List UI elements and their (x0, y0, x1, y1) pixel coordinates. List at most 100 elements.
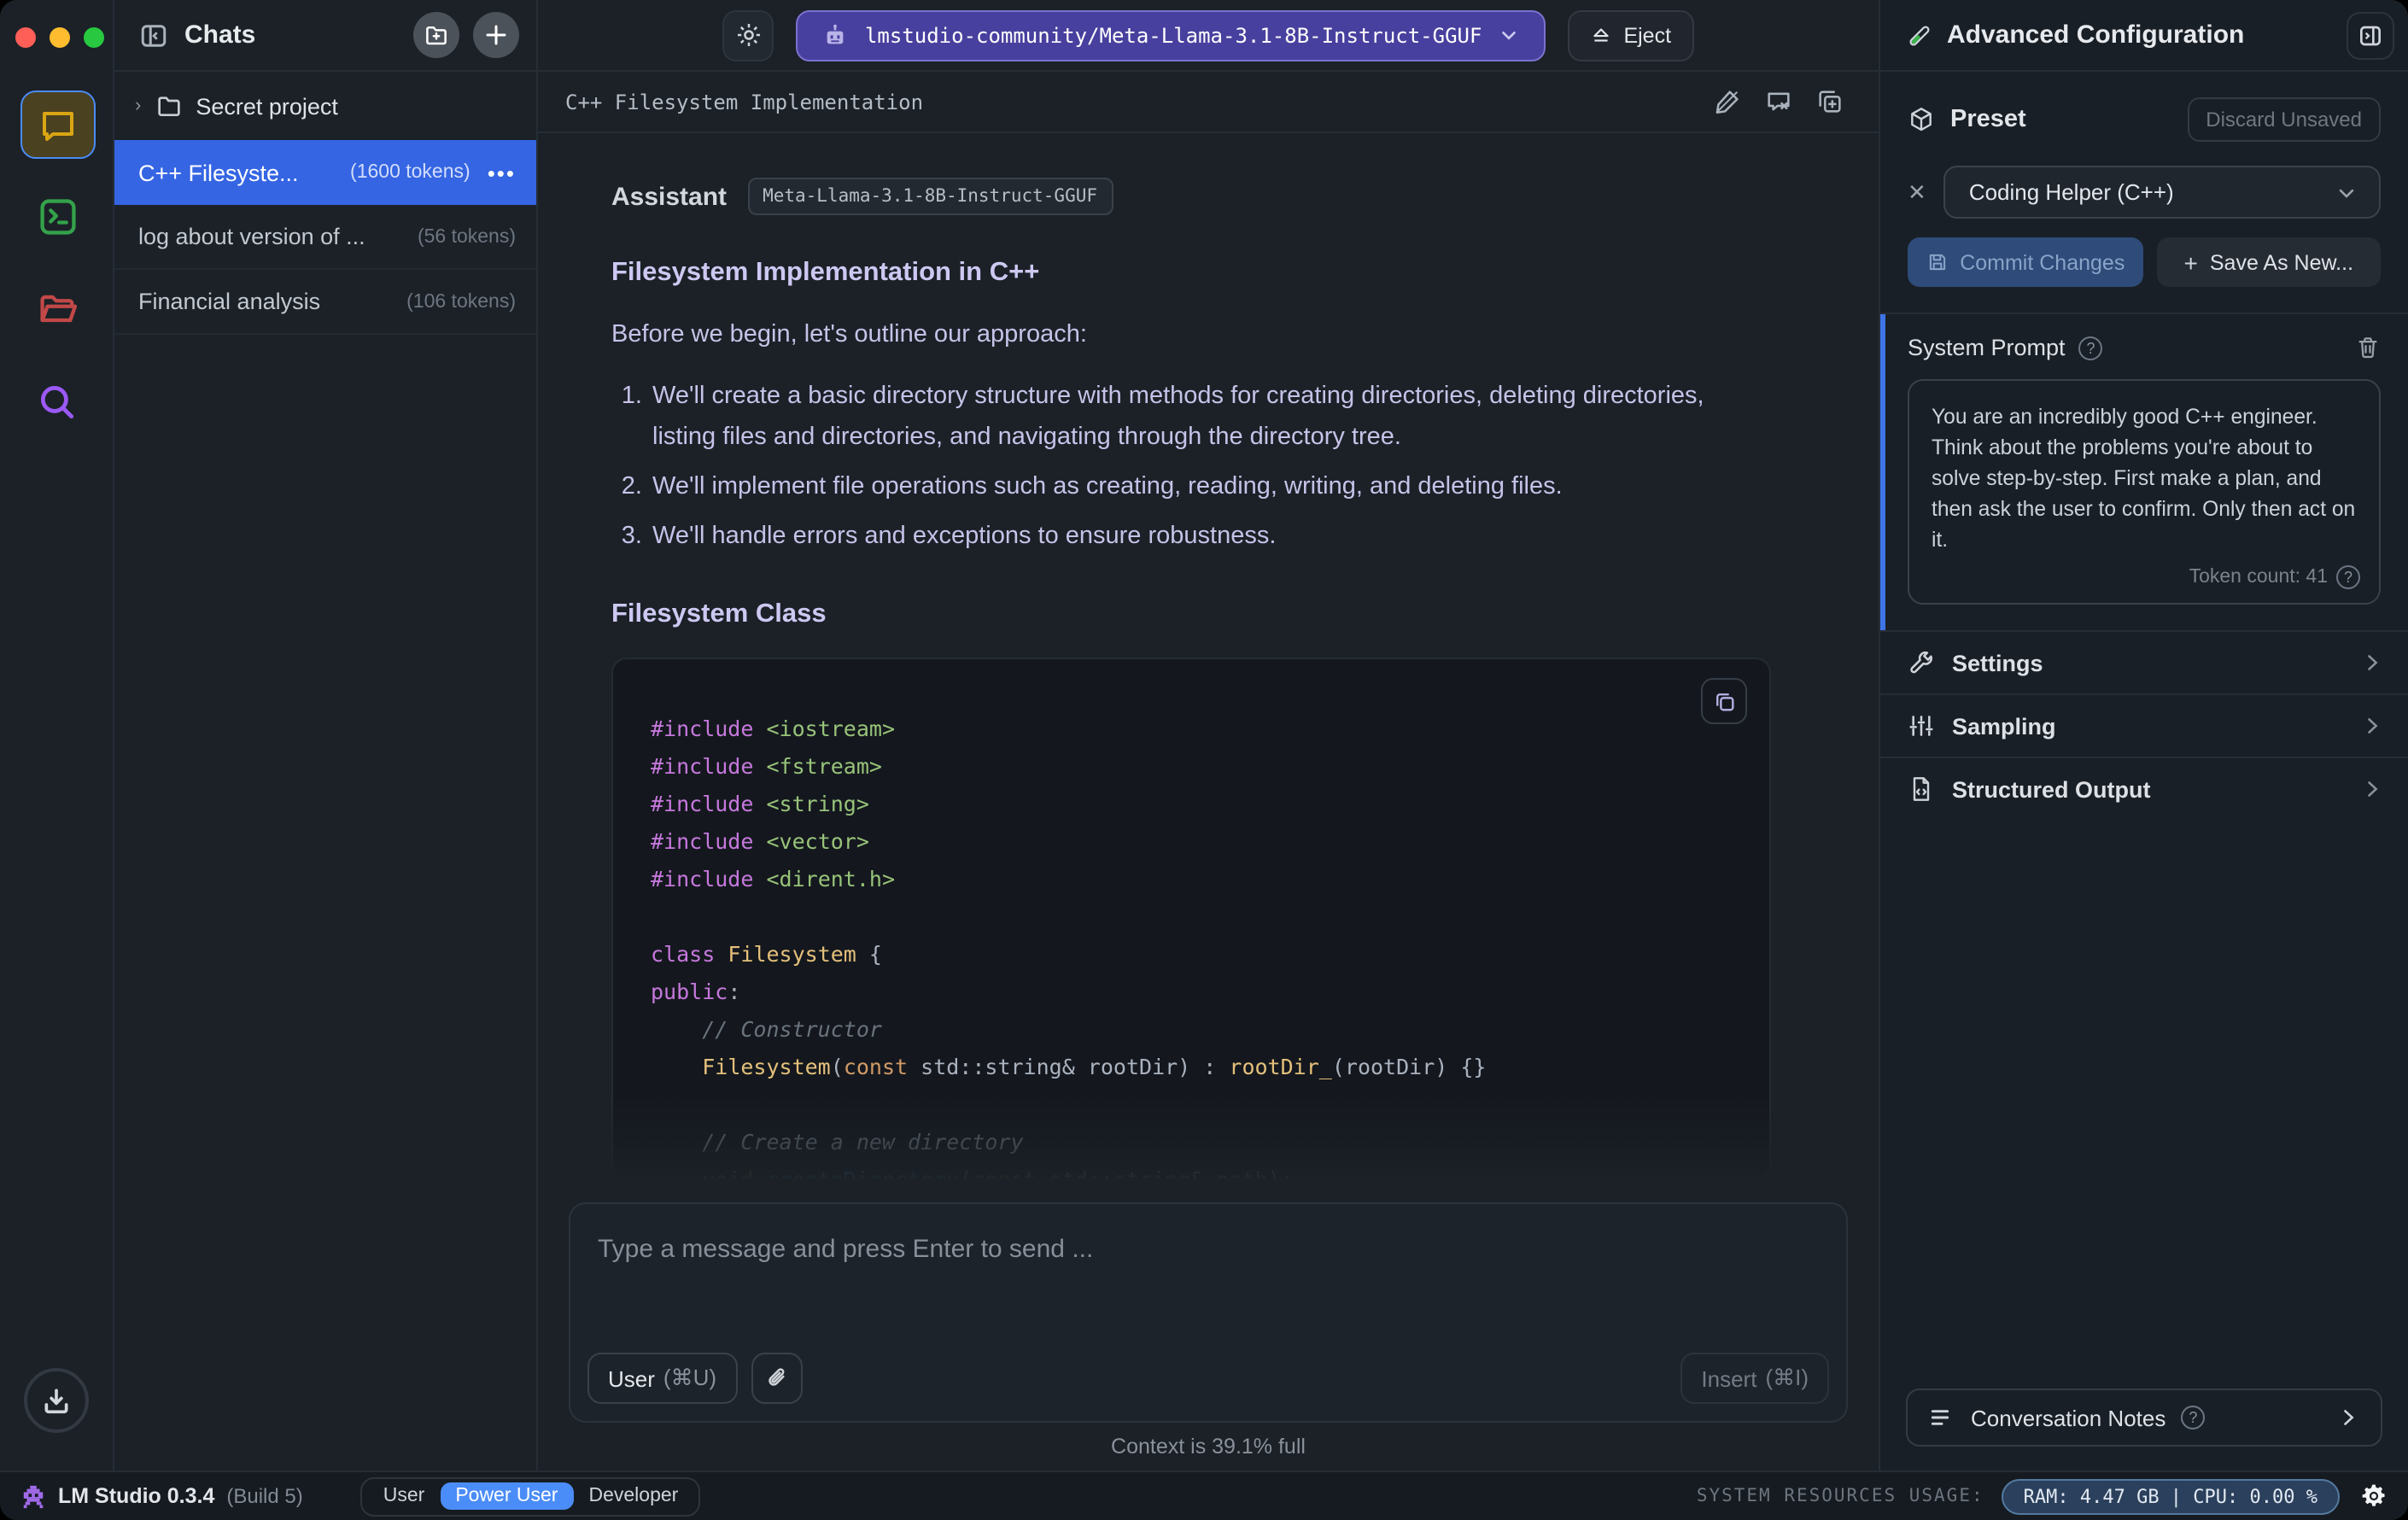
terminal-icon (35, 195, 79, 239)
save-as-new-button[interactable]: + Save As New... (2156, 237, 2381, 287)
help-icon[interactable]: ? (2336, 565, 2360, 589)
lm-studio-logo-icon (20, 1483, 46, 1509)
section-label: Sampling (1952, 713, 2056, 739)
insert-button[interactable]: Insert (⌘I) (1680, 1353, 1829, 1404)
chevron-right-icon: › (135, 96, 142, 116)
section-sampling[interactable]: Sampling (1880, 693, 2408, 757)
chat-item-tokens: (56 tokens) (417, 226, 516, 247)
app-version-label: LM Studio 0.3.4 (58, 1484, 215, 1508)
gear-icon (734, 20, 763, 50)
nav-developer-button[interactable] (20, 183, 95, 251)
settings-gear-icon[interactable] (2360, 1482, 2388, 1510)
nav-discover-button[interactable] (20, 367, 95, 436)
eject-icon (1589, 24, 1611, 46)
chat-list-item[interactable]: Financial analysis (106 tokens) (114, 270, 536, 335)
preset-section-header: Preset Discard Unsaved (1880, 72, 2408, 152)
close-window-button[interactable] (15, 27, 36, 48)
model-toolbar: lmstudio-community/Meta-Llama-3.1-8B-Ins… (538, 0, 1879, 72)
section-label: Settings (1952, 650, 2043, 675)
chat-item-tokens: (106 tokens) (406, 291, 516, 312)
chat-list-item[interactable]: log about version of ... (56 tokens) (114, 205, 536, 270)
conversation-notes-button[interactable]: Conversation Notes ? (1906, 1388, 2382, 1447)
duplicate-chat-icon[interactable] (1815, 87, 1844, 116)
model-settings-button[interactable] (722, 9, 774, 61)
delete-system-prompt-button[interactable] (2355, 335, 2381, 360)
copy-code-button[interactable] (1701, 678, 1747, 724)
commit-changes-button[interactable]: Commit Changes (1908, 237, 2143, 287)
chat-messages: Assistant Meta-Llama-3.1-8B-Instruct-GGU… (538, 133, 1879, 1202)
loaded-model-selector[interactable]: lmstudio-community/Meta-Llama-3.1-8B-Ins… (796, 9, 1546, 61)
test-tube-icon (1906, 21, 1933, 49)
eject-model-button[interactable]: Eject (1567, 9, 1694, 61)
chevron-right-icon (2336, 1406, 2360, 1429)
collapse-config-panel-button[interactable] (2347, 11, 2394, 59)
model-name: lmstudio-community/Meta-Llama-3.1-8B-Ins… (864, 23, 1482, 47)
new-folder-button[interactable] (413, 12, 459, 58)
mode-power-user[interactable]: Power User (440, 1482, 574, 1510)
help-icon[interactable]: ? (2078, 336, 2103, 360)
mode-user[interactable]: User (368, 1482, 441, 1510)
help-icon[interactable]: ? (2181, 1406, 2206, 1429)
paperclip-icon (763, 1365, 790, 1392)
panel-right-icon (2357, 21, 2384, 49)
chat-list-item[interactable]: C++ Filesyste... (1600 tokens) ••• (114, 140, 536, 205)
insert-shortcut: (⌘I) (1765, 1365, 1809, 1390)
file-json-icon (1908, 775, 1935, 803)
main-chat-area: lmstudio-community/Meta-Llama-3.1-8B-Ins… (538, 0, 1879, 1470)
app-build-label: (Build 5) (226, 1484, 303, 1508)
search-icon (36, 380, 79, 423)
eject-label: Eject (1623, 23, 1672, 47)
chat-item-title: log about version of ... (138, 224, 365, 249)
folder-plus-icon (424, 22, 449, 48)
system-prompt-editor[interactable]: You are an incredibly good C++ engineer.… (1908, 379, 2381, 605)
ram-cpu-usage-pill[interactable]: RAM: 4.47 GB | CPU: 0.00 % (2001, 1478, 2340, 1514)
preset-dropdown-value: Coding Helper (C++) (1968, 179, 2174, 205)
zoom-window-button[interactable] (84, 27, 104, 48)
clear-messages-icon[interactable] (1764, 87, 1793, 116)
section-settings[interactable]: Settings (1880, 630, 2408, 693)
status-bar: LM Studio 0.3.4 (Build 5) User Power Use… (0, 1470, 2408, 1520)
insert-label: Insert (1701, 1365, 1757, 1391)
preset-label: Preset (1950, 106, 2026, 133)
robot-icon (822, 21, 850, 49)
downloads-button[interactable] (24, 1368, 89, 1433)
role-toggle-button[interactable]: User (⌘U) (587, 1353, 737, 1404)
new-chat-button[interactable] (473, 12, 519, 58)
message-heading: Filesystem Implementation in C++ (611, 258, 1040, 287)
section-structured-output[interactable]: Structured Output (1880, 757, 2408, 820)
nav-chat-button[interactable] (20, 91, 95, 159)
message-paragraph: Before we begin, let's outline our appro… (611, 321, 1087, 348)
message-input[interactable]: Type a message and press Enter to send .… (598, 1235, 1819, 1264)
role-toggle-shortcut: (⌘U) (663, 1365, 716, 1390)
chat-icon (37, 104, 78, 145)
chat-folder-row[interactable]: › Secret project (114, 72, 536, 140)
edit-title-icon[interactable] (1713, 87, 1742, 116)
chat-item-menu-icon[interactable]: ••• (488, 160, 516, 185)
chevron-right-icon (2360, 714, 2384, 738)
folder-outline-icon (155, 92, 182, 120)
chats-panel-title: Chats (184, 20, 256, 50)
chat-folder-name: Secret project (196, 93, 338, 119)
code-content: #include <iostream> #include <fstream> #in… (651, 710, 1735, 1178)
preset-dropdown[interactable]: Coding Helper (C++) (1943, 166, 2381, 219)
lm-studio-window: Chats › Secret project C++ Filesyste... … (0, 0, 2408, 1520)
close-preset-icon[interactable]: ✕ (1908, 178, 1926, 206)
chat-item-tokens: (1600 tokens) (350, 162, 470, 183)
sliders-icon (1908, 712, 1935, 740)
chevron-down-icon (1497, 24, 1519, 46)
minimize-window-button[interactable] (50, 27, 70, 48)
chat-tab-bar: C++ Filesystem Implementation (538, 72, 1879, 133)
floppy-icon (1926, 251, 1948, 273)
attach-file-button[interactable] (751, 1353, 802, 1404)
code-line: // Create a new directory (702, 1129, 1024, 1155)
left-icon-rail (0, 0, 114, 1470)
code-line: #include <dirent.h> (651, 866, 896, 892)
system-prompt-text: You are an incredibly good C++ engineer.… (1932, 405, 2356, 552)
mode-developer[interactable]: Developer (573, 1482, 693, 1510)
collapse-sidebar-icon[interactable] (138, 20, 169, 50)
list-item: We'll create a basic directory structure… (649, 376, 1756, 458)
nav-my-models-button[interactable] (20, 275, 95, 343)
message-composer[interactable]: Type a message and press Enter to send .… (569, 1202, 1848, 1423)
discard-unsaved-button[interactable]: Discard Unsaved (2187, 97, 2381, 142)
